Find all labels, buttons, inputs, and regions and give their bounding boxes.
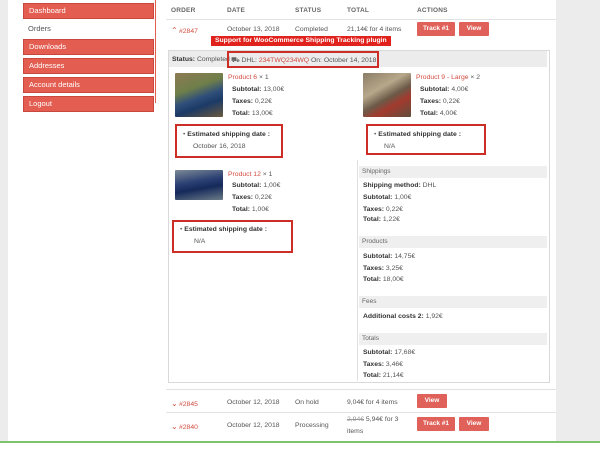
tracking-info: ⛟ DHL: 234TWQ234WQ On: October 14, 2018 xyxy=(231,57,377,64)
highlight-box xyxy=(172,220,293,253)
chevron-up-icon: ⌃ xyxy=(171,26,178,35)
sidebar-item-addresses[interactable]: Addresses xyxy=(23,58,154,74)
totals-taxes: Taxes: 3,46€ xyxy=(363,361,403,368)
highlight-box xyxy=(366,124,486,155)
products-heading: Products xyxy=(359,236,547,248)
tracking-code-link[interactable]: 234TWQ234WQ xyxy=(259,57,309,64)
products-subtotal: Subtotal: 14,75€ xyxy=(363,253,416,260)
shipping-method: Shipping method: DHL xyxy=(363,182,437,189)
order-total-items: items xyxy=(347,428,364,435)
estimated-shipping-date: N/A xyxy=(384,143,396,150)
highlight-box xyxy=(175,124,283,158)
products-taxes: Taxes: 3,25€ xyxy=(363,265,403,272)
sidebar-item-orders[interactable]: Orders xyxy=(23,22,154,36)
chevron-down-icon: ⌄ xyxy=(171,422,178,431)
order-status: Completed xyxy=(295,26,328,33)
truck-icon: ⛟ xyxy=(231,57,240,64)
product-total: Total: 4,00€ xyxy=(420,110,457,117)
order-date: October 12, 2018 xyxy=(227,422,280,429)
estimated-shipping-label: • Estimated shipping date : xyxy=(180,226,267,233)
column-header-order: ORDER xyxy=(171,7,196,14)
view-button[interactable]: View xyxy=(459,417,489,431)
divider xyxy=(166,389,556,390)
totals-heading: Totals xyxy=(359,333,547,345)
order-date: October 13, 2018 xyxy=(227,26,280,33)
product-image xyxy=(175,73,223,117)
shippings-heading: Shippings xyxy=(359,166,547,178)
product-taxes: Taxes: 0,22€ xyxy=(420,98,460,105)
estimated-shipping-date: N/A xyxy=(194,238,206,245)
divider xyxy=(166,412,556,413)
column-header-total: TOTAL xyxy=(347,7,370,14)
order-number-link[interactable]: ⌄#2840 xyxy=(171,422,198,431)
account-navigation: Dashboard Orders Downloads Addresses Acc… xyxy=(23,0,154,115)
product-image xyxy=(175,170,223,200)
divider xyxy=(357,160,358,381)
shipping-taxes: Taxes: 0,22€ xyxy=(363,206,403,213)
track-button[interactable]: Track #1 xyxy=(417,417,455,431)
column-header-date: DATE xyxy=(227,7,246,14)
order-status: Processing xyxy=(295,422,329,429)
product-taxes: Taxes: 0,22€ xyxy=(232,98,272,105)
product-total: Total: 13,00€ xyxy=(232,110,273,117)
chevron-down-icon: ⌄ xyxy=(171,399,178,408)
order-status: On hold xyxy=(295,399,319,406)
order-total: 9,04€ for 4 items xyxy=(347,399,398,406)
estimated-shipping-date: October 16, 2018 xyxy=(193,143,246,150)
order-date: October 12, 2018 xyxy=(227,399,280,406)
shipping-total: Total: 1,22€ xyxy=(363,216,400,223)
fees-heading: Fees xyxy=(359,296,547,308)
product-name-link[interactable]: Product 9 - Large × 2 xyxy=(416,74,480,81)
view-button[interactable]: View xyxy=(417,394,447,408)
plugin-support-label: Support for WooCommerce Shipping Trackin… xyxy=(211,36,391,46)
estimated-shipping-label: • Estimated shipping date : xyxy=(374,131,461,138)
totals-subtotal: Subtotal: 17,68€ xyxy=(363,349,416,356)
sidebar-item-downloads[interactable]: Downloads xyxy=(23,39,154,55)
sidebar-divider xyxy=(155,0,156,103)
sidebar-item-account-details[interactable]: Account details xyxy=(23,77,154,93)
product-total: Total: 1,00€ xyxy=(232,206,269,213)
product-subtotal: Subtotal: 1,00€ xyxy=(232,182,281,189)
shipping-subtotal: Subtotal: 1,00€ xyxy=(363,194,412,201)
product-name-link[interactable]: Product 6 × 1 xyxy=(228,74,269,81)
product-taxes: Taxes: 0,22€ xyxy=(232,194,272,201)
column-header-status: STATUS xyxy=(295,7,322,14)
order-total: 2,94€ 5,94€ for 3 xyxy=(347,416,399,423)
column-header-actions: ACTIONS xyxy=(417,7,448,14)
order-total: 21,14€ for 4 items xyxy=(347,26,402,33)
estimated-shipping-label: • Estimated shipping date : xyxy=(183,131,270,138)
order-number-link[interactable]: ⌄#2845 xyxy=(171,399,198,408)
product-image xyxy=(363,73,411,117)
sidebar-item-dashboard[interactable]: Dashboard xyxy=(23,3,154,19)
view-button[interactable]: View xyxy=(459,22,489,36)
product-subtotal: Subtotal: 13,00€ xyxy=(232,86,285,93)
product-name-link[interactable]: Product 12 × 1 xyxy=(228,171,272,178)
order-number-link[interactable]: ⌃#2847 xyxy=(171,26,198,35)
totals-total: Total: 21,14€ xyxy=(363,372,404,379)
product-subtotal: Subtotal: 4,00€ xyxy=(420,86,469,93)
fees-additional-costs: Additional costs 2: 1,92€ xyxy=(363,313,443,320)
order-status-line: Status: Completed xyxy=(172,56,230,63)
track-button[interactable]: Track #1 xyxy=(417,22,455,36)
sidebar-item-logout[interactable]: Logout xyxy=(23,96,154,112)
divider xyxy=(166,19,556,20)
products-total: Total: 18,00€ xyxy=(363,276,404,283)
